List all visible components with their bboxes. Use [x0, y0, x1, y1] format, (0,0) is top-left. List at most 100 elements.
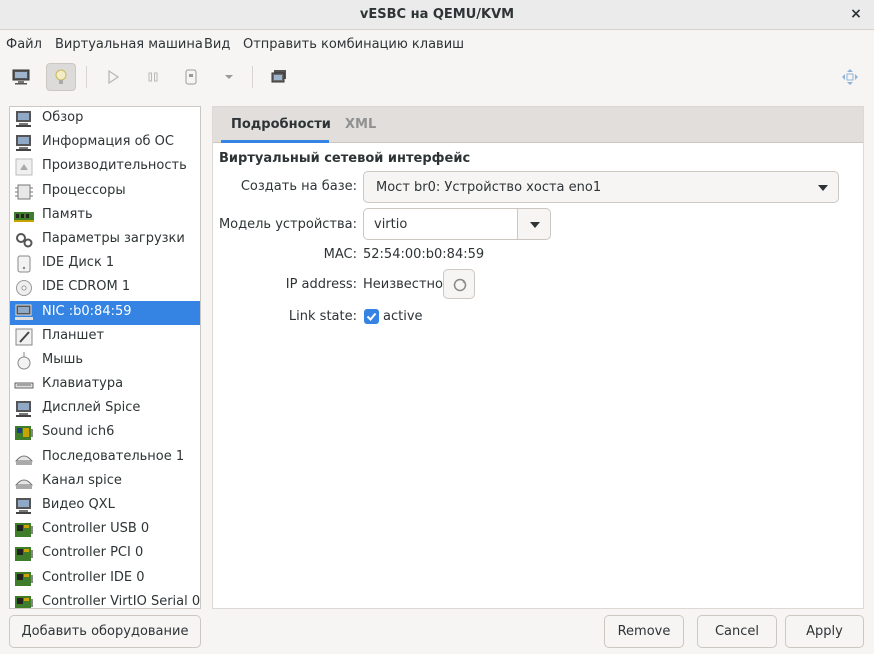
controller-icon — [14, 594, 34, 608]
sidebar-item-controller-virtio-serial[interactable]: Controller VirtIO Serial 0 — [10, 591, 201, 609]
sidebar-item-display-spice[interactable]: Дисплей Spice — [10, 397, 200, 421]
tab-xml[interactable]: XML — [345, 117, 376, 132]
link-state-checkbox[interactable] — [364, 309, 379, 324]
sidebar-item-label: Информация об ОС — [42, 134, 174, 150]
sidebar-item-ide-disk[interactable]: IDE Диск 1 — [10, 252, 200, 276]
close-icon[interactable]: × — [848, 6, 864, 22]
sidebar-item-spice-channel[interactable]: Канал spice — [10, 470, 200, 494]
active-tab-indicator — [221, 140, 329, 143]
sidebar-item-nic[interactable]: NIC :b0:84:59 — [10, 300, 200, 325]
refresh-ip-button[interactable] — [443, 269, 475, 299]
sidebar-item-os-info[interactable]: Информация об ОС — [10, 131, 200, 155]
sidebar-item-label: IDE CDROM 1 — [42, 279, 131, 295]
menu-file[interactable]: Файл — [6, 37, 42, 52]
sidebar-item-label: Controller VirtIO Serial 0 — [42, 593, 201, 609]
sidebar-item-controller-ide[interactable]: Controller IDE 0 — [10, 567, 200, 591]
add-hardware-button[interactable]: Добавить оборудование — [9, 615, 201, 648]
device-model-value: virtio — [374, 217, 408, 232]
toolbar — [0, 57, 874, 97]
device-model-label: Модель устройства: — [218, 217, 357, 232]
section-title: Виртуальный сетевой интерфейс — [219, 151, 471, 166]
sidebar-item-video-qxl[interactable]: Видео QXL — [10, 494, 200, 518]
window-title: vESBC на QEMU/KVM — [359, 7, 515, 22]
overview-icon — [14, 110, 34, 128]
apply-button[interactable]: Apply — [785, 615, 864, 648]
sidebar-item-label: IDE Диск 1 — [42, 255, 115, 271]
mac-label: MAC: — [323, 247, 357, 262]
disk-icon — [14, 255, 34, 273]
sidebar-item-memory[interactable]: Память — [10, 204, 200, 228]
menu-view[interactable]: Вид — [204, 37, 230, 52]
lightbulb-icon[interactable] — [46, 63, 76, 91]
sidebar-item-label: Обзор — [42, 110, 84, 125]
nic-icon — [14, 304, 34, 322]
sidebar-item-label: Controller USB 0 — [42, 521, 150, 537]
remove-button[interactable]: Remove — [604, 615, 684, 648]
keyboard-icon — [14, 376, 34, 394]
sidebar-item-keyboard[interactable]: Клавиатура — [10, 373, 200, 397]
sidebar-item-performance[interactable]: Производительность — [10, 155, 200, 179]
sidebar-item-label: Controller IDE 0 — [42, 569, 145, 585]
cancel-button[interactable]: Cancel — [697, 615, 777, 648]
sidebar-item-overview[interactable]: Обзор — [10, 107, 200, 131]
sidebar-item-label: Производительность — [42, 158, 187, 174]
performance-icon — [14, 158, 34, 176]
ip-address-value: Неизвестно — [363, 277, 443, 292]
os-info-icon — [14, 134, 34, 152]
sidebar-item-label: Канал spice — [42, 472, 122, 488]
link-state-label: Link state: — [288, 309, 357, 324]
snapshots-icon[interactable] — [264, 63, 294, 91]
sidebar-item-label: Мышь — [42, 351, 84, 367]
sidebar-item-controller-pci[interactable]: Controller PCI 0 — [10, 542, 200, 566]
mouse-icon — [14, 351, 34, 370]
network-source-value: Мост br0: Устройство хоста eno1 — [376, 180, 602, 195]
tab-bar: Подробности XML — [213, 107, 863, 143]
sidebar-item-tablet[interactable]: Планшет — [10, 325, 200, 349]
sidebar-item-mouse[interactable]: Мышь — [10, 349, 200, 373]
monitor-icon[interactable] — [6, 63, 36, 91]
sidebar-item-label: Параметры загрузки — [42, 230, 185, 246]
details-panel: Подробности XML Виртуальный сетевой инте… — [212, 106, 864, 609]
sidebar-item-label: Видео QXL — [42, 497, 115, 512]
menu-virtual-machine[interactable]: Виртуальная машина — [55, 37, 203, 52]
hardware-list: Обзор Информация об ОС Производительност… — [9, 106, 201, 609]
sidebar-item-ide-cdrom[interactable]: IDE CDROM 1 — [10, 276, 200, 300]
sidebar-item-serial[interactable]: Последовательное 1 — [10, 446, 200, 470]
sidebar-item-boot-options[interactable]: Параметры загрузки — [10, 228, 200, 252]
sidebar-item-label: Планшет — [42, 327, 105, 343]
fullscreen-icon[interactable] — [835, 63, 865, 91]
channel-icon — [14, 473, 34, 491]
sidebar-item-controller-usb[interactable]: Controller USB 0 — [10, 518, 200, 542]
menu-send-key[interactable]: Отправить комбинацию клавиш — [243, 37, 464, 52]
sidebar-item-label: NIC :b0:84:59 — [42, 303, 132, 319]
cpu-icon — [14, 183, 34, 201]
sidebar-item-label: Controller PCI 0 — [42, 545, 144, 561]
ip-address-label: IP address: — [285, 277, 357, 292]
sidebar-item-label: Sound ich6 — [42, 424, 115, 440]
sidebar-item-label: Процессоры — [42, 182, 126, 198]
memory-icon — [14, 207, 34, 225]
title-bar: vESBC на QEMU/KVM × — [0, 0, 874, 30]
stop-icon[interactable] — [176, 63, 206, 91]
chevron-down-icon — [530, 222, 540, 228]
mac-value: 52:54:00:b0:84:59 — [363, 247, 485, 262]
play-icon[interactable] — [98, 63, 128, 91]
dropdown-arrow-icon[interactable] — [214, 63, 244, 91]
device-model-entry[interactable]: virtio — [363, 208, 518, 240]
cdrom-icon — [14, 279, 34, 297]
video-icon — [14, 497, 34, 515]
sidebar-item-label: Последовательное 1 — [42, 448, 185, 464]
tab-details[interactable]: Подробности — [231, 117, 331, 132]
boot-options-icon — [14, 231, 34, 249]
sound-icon — [14, 424, 34, 442]
device-model-dropdown-button[interactable] — [517, 208, 551, 240]
pause-icon[interactable] — [138, 63, 168, 91]
network-source-combo[interactable]: Мост br0: Устройство хоста eno1 — [363, 171, 839, 203]
sidebar-item-cpus[interactable]: Процессоры — [10, 180, 200, 204]
source-label: Создать на базе: — [240, 179, 357, 194]
sidebar-item-sound[interactable]: Sound ich6 — [10, 421, 200, 445]
serial-icon — [14, 449, 34, 467]
controller-icon — [14, 570, 34, 588]
display-icon — [14, 400, 34, 418]
menu-bar: Файл Виртуальная машина Вид Отправить ко… — [0, 31, 874, 57]
